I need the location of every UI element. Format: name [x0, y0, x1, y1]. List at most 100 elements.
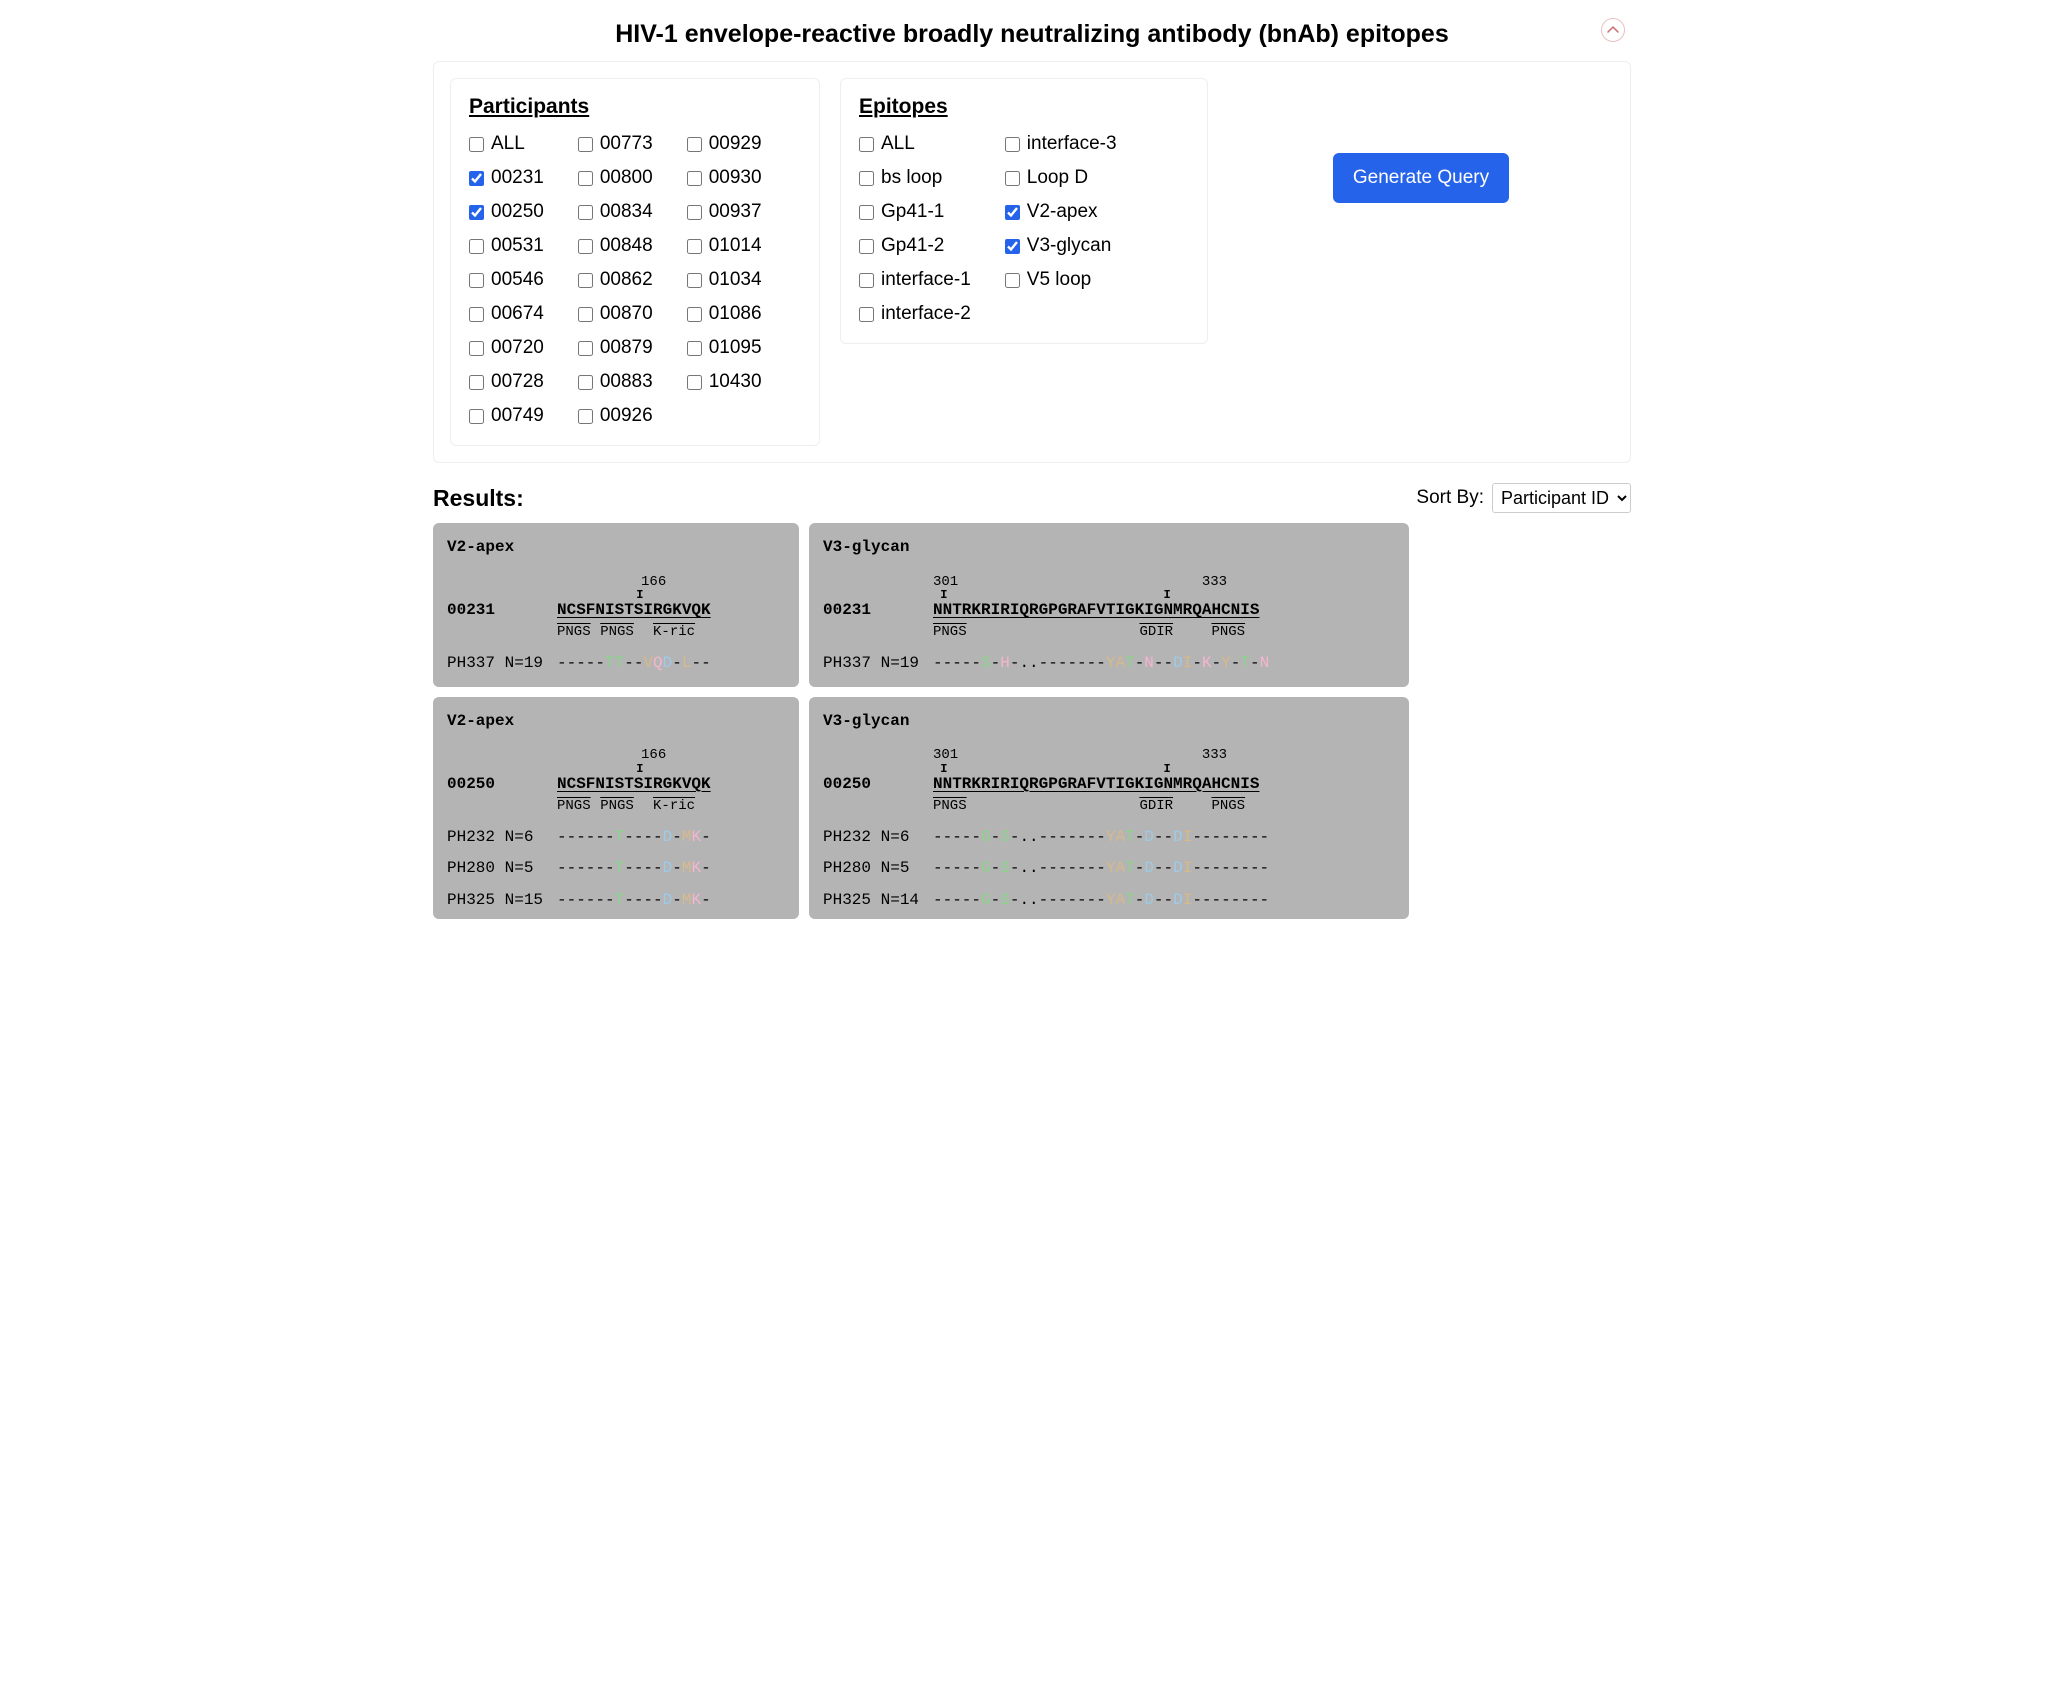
filter-label: 00930 — [709, 167, 762, 189]
filter-option[interactable]: 00870 — [578, 303, 653, 325]
filter-option[interactable]: 00728 — [469, 371, 544, 393]
filter-label: bs loop — [881, 167, 942, 189]
filter-label: 00231 — [491, 167, 544, 189]
filter-checkbox[interactable] — [578, 137, 593, 152]
filter-checkbox[interactable] — [1005, 239, 1020, 254]
filter-option[interactable]: 00800 — [578, 167, 653, 189]
filter-label: 00546 — [491, 269, 544, 291]
filter-option[interactable]: 00720 — [469, 337, 544, 359]
filter-option[interactable]: 01034 — [687, 269, 762, 291]
collapse-panel-button[interactable] — [1601, 18, 1625, 42]
filter-option[interactable]: V5 loop — [1005, 269, 1117, 291]
filter-checkbox[interactable] — [578, 205, 593, 220]
filter-option[interactable]: 00834 — [578, 201, 653, 223]
filter-label: Gp41-2 — [881, 235, 944, 257]
filter-checkbox[interactable] — [687, 341, 702, 356]
filter-option[interactable]: interface-2 — [859, 303, 971, 325]
filter-checkbox[interactable] — [469, 171, 484, 186]
generate-query-button[interactable]: Generate Query — [1333, 153, 1509, 203]
filter-option[interactable]: interface-1 — [859, 269, 971, 291]
filter-option[interactable]: 00879 — [578, 337, 653, 359]
filter-option[interactable]: Gp41-2 — [859, 235, 971, 257]
filter-checkbox[interactable] — [469, 307, 484, 322]
filter-option[interactable]: 01086 — [687, 303, 762, 325]
filter-option[interactable]: V2-apex — [1005, 201, 1117, 223]
filter-option[interactable]: 10430 — [687, 371, 762, 393]
filter-option[interactable]: ALL — [859, 133, 971, 155]
filter-option[interactable]: 00883 — [578, 371, 653, 393]
filter-checkbox[interactable] — [1005, 205, 1020, 220]
filter-checkbox[interactable] — [687, 137, 702, 152]
filter-option[interactable]: 00546 — [469, 269, 544, 291]
filter-checkbox[interactable] — [469, 205, 484, 220]
filter-option[interactable]: 01014 — [687, 235, 762, 257]
filter-checkbox[interactable] — [859, 137, 874, 152]
filter-checkbox[interactable] — [687, 273, 702, 288]
sequence-area: 166 I00231NCSFNISTSIRGKVQKPNGS PNGS K-ri… — [447, 573, 785, 675]
filter-checkbox[interactable] — [469, 409, 484, 424]
filter-label: interface-1 — [881, 269, 971, 291]
filter-checkbox[interactable] — [687, 307, 702, 322]
filter-option[interactable]: 00848 — [578, 235, 653, 257]
filter-checkbox[interactable] — [687, 171, 702, 186]
filter-option[interactable]: 00773 — [578, 133, 653, 155]
filter-option[interactable]: 00749 — [469, 405, 544, 427]
filter-option[interactable]: 00531 — [469, 235, 544, 257]
filter-option[interactable]: 00250 — [469, 201, 544, 223]
filter-checkbox[interactable] — [859, 273, 874, 288]
filter-checkbox[interactable] — [469, 239, 484, 254]
filter-checkbox[interactable] — [578, 273, 593, 288]
filter-checkbox[interactable] — [1005, 171, 1020, 186]
filter-checkbox[interactable] — [578, 171, 593, 186]
filter-label: 00674 — [491, 303, 544, 325]
filter-label: 00929 — [709, 133, 762, 155]
filter-option[interactable]: 00926 — [578, 405, 653, 427]
filter-checkbox[interactable] — [578, 239, 593, 254]
sort-by-select[interactable]: Participant IDEpitope — [1492, 483, 1631, 513]
filter-checkbox[interactable] — [1005, 273, 1020, 288]
filter-option[interactable]: V3-glycan — [1005, 235, 1117, 257]
filter-option[interactable]: 00929 — [687, 133, 762, 155]
filter-checkbox[interactable] — [469, 273, 484, 288]
result-card: V2-apex 166 I00231NCSFNISTSIRGKVQKPNGS P… — [433, 523, 799, 687]
filter-option[interactable]: 00862 — [578, 269, 653, 291]
filter-checkbox[interactable] — [469, 375, 484, 390]
filter-option[interactable]: bs loop — [859, 167, 971, 189]
filter-checkbox[interactable] — [859, 171, 874, 186]
card-epitope-name: V2-apex — [447, 537, 785, 559]
filter-checkbox[interactable] — [687, 239, 702, 254]
sequence-area: 301 333 I I00250NNTRKRIRIQRGPGRAFVTIGKIG… — [823, 746, 1395, 911]
filter-label: 00728 — [491, 371, 544, 393]
filter-label: 00926 — [600, 405, 653, 427]
filter-option[interactable]: 00937 — [687, 201, 762, 223]
results-grid: V2-apex 166 I00231NCSFNISTSIRGKVQKPNGS P… — [433, 523, 1631, 919]
filter-label: Gp41-1 — [881, 201, 944, 223]
filter-checkbox[interactable] — [578, 341, 593, 356]
filter-label: V3-glycan — [1027, 235, 1112, 257]
filter-checkbox[interactable] — [578, 307, 593, 322]
filter-checkbox[interactable] — [859, 239, 874, 254]
filter-checkbox[interactable] — [578, 409, 593, 424]
filter-option[interactable]: Gp41-1 — [859, 201, 971, 223]
filter-option[interactable]: 00674 — [469, 303, 544, 325]
filter-option[interactable]: 00231 — [469, 167, 544, 189]
card-epitope-name: V2-apex — [447, 711, 785, 733]
filter-checkbox[interactable] — [469, 341, 484, 356]
filter-checkbox[interactable] — [859, 307, 874, 322]
filter-checkbox[interactable] — [859, 205, 874, 220]
filter-checkbox[interactable] — [687, 205, 702, 220]
filter-option[interactable]: Loop D — [1005, 167, 1117, 189]
filter-checkbox[interactable] — [578, 375, 593, 390]
filter-checkbox[interactable] — [1005, 137, 1020, 152]
filter-label: 01034 — [709, 269, 762, 291]
filter-checkbox[interactable] — [469, 137, 484, 152]
filter-option[interactable]: ALL — [469, 133, 544, 155]
results-heading: Results: — [433, 485, 524, 512]
filter-label: 00937 — [709, 201, 762, 223]
filter-option[interactable]: 00930 — [687, 167, 762, 189]
participants-heading: Participants — [469, 95, 801, 119]
filter-checkbox[interactable] — [687, 375, 702, 390]
filter-label: V5 loop — [1027, 269, 1091, 291]
filter-option[interactable]: interface-3 — [1005, 133, 1117, 155]
filter-option[interactable]: 01095 — [687, 337, 762, 359]
